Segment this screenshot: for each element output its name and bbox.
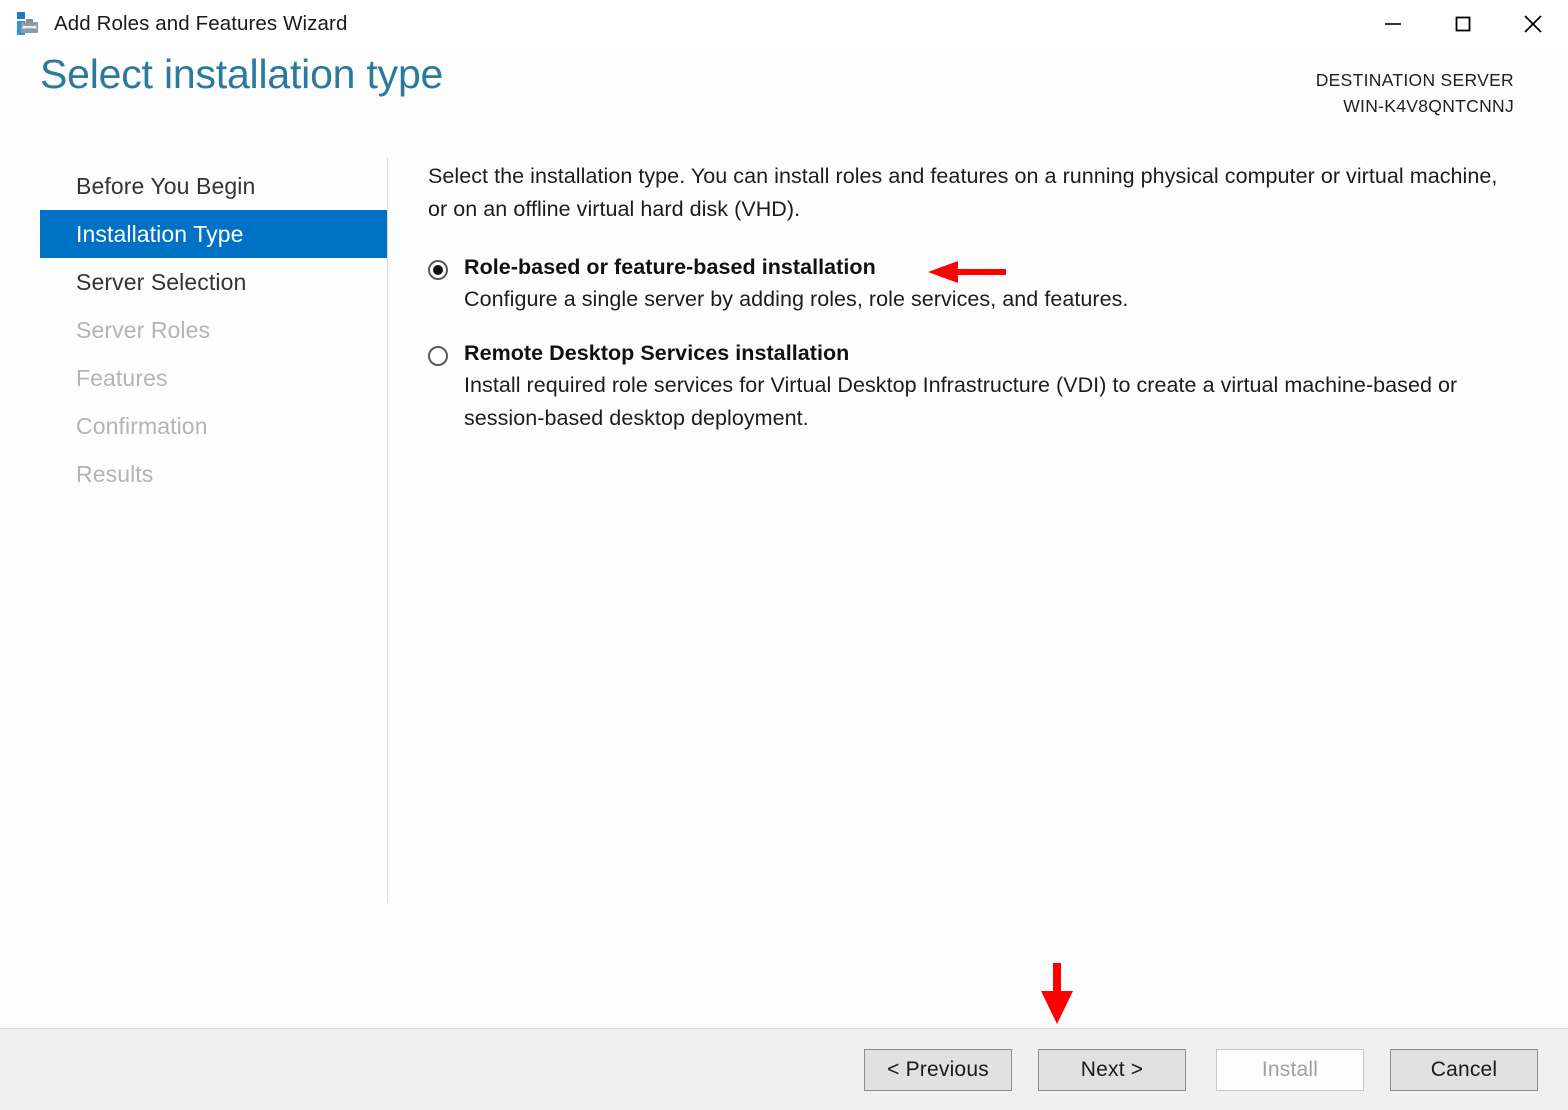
- server-tools-icon: [16, 11, 42, 37]
- previous-button[interactable]: < Previous: [864, 1048, 1012, 1091]
- option-remote-desktop-services-head[interactable]: Remote Desktop Services installation: [428, 341, 1538, 367]
- page-header: Select installation type DESTINATION SER…: [0, 48, 1568, 128]
- destination-server-block: DESTINATION SERVER WIN-K4V8QNTCNNJ: [1316, 68, 1514, 120]
- sidebar-item-features: Features: [76, 364, 168, 391]
- sidebar-item-confirmation: Confirmation: [76, 412, 208, 439]
- wizard-window: Add Roles and Features Wizard Select ins…: [0, 0, 1568, 1110]
- option-remote-desktop-services-label: Remote Desktop Services installation: [464, 341, 850, 366]
- annotation-arrow-left-icon: [928, 259, 1008, 285]
- option-remote-desktop-services[interactable]: Remote Desktop Services installation Ins…: [428, 341, 1538, 434]
- wizard-footer: < Previous Next > Install Cancel: [0, 1028, 1568, 1110]
- radio-remote-desktop-services[interactable]: [428, 346, 448, 367]
- maximize-icon[interactable]: [1428, 0, 1498, 48]
- cancel-button[interactable]: Cancel: [1390, 1048, 1538, 1091]
- sidebar-item-results: Results: [76, 460, 154, 487]
- window-controls: [1358, 0, 1568, 48]
- destination-server-name: WIN-K4V8QNTCNNJ: [1343, 95, 1514, 116]
- sidebar-item-before-you-begin[interactable]: Before You Begin: [40, 162, 387, 210]
- install-button: Install: [1216, 1048, 1364, 1091]
- option-remote-desktop-services-description: Install required role services for Virtu…: [464, 373, 1458, 430]
- option-role-based[interactable]: Role-based or feature-based installation…: [428, 255, 1538, 316]
- wizard-navigation: Before You Begin Installation Type Serve…: [40, 158, 387, 1028]
- minimize-icon[interactable]: [1358, 0, 1428, 48]
- intro-text: Select the installation type. You can in…: [428, 164, 1498, 222]
- title-bar: Add Roles and Features Wizard: [0, 0, 1568, 48]
- close-icon[interactable]: [1498, 0, 1568, 48]
- next-button[interactable]: Next >: [1038, 1048, 1186, 1091]
- sidebar-item-server-selection[interactable]: Server Selection: [40, 258, 387, 306]
- destination-server-label: DESTINATION SERVER: [1315, 70, 1514, 90]
- sidebar-item-installation-type[interactable]: Installation Type: [40, 210, 387, 258]
- option-role-based-head[interactable]: Role-based or feature-based installation: [428, 254, 1538, 283]
- option-role-based-description: Configure a single server by adding role…: [464, 286, 1129, 311]
- radio-role-based[interactable]: [428, 259, 448, 280]
- main-content: Select the installation type. You can in…: [388, 158, 1568, 1028]
- body-area: Before You Begin Installation Type Serve…: [0, 128, 1568, 1028]
- window-title: Add Roles and Features Wizard: [54, 12, 348, 35]
- installation-type-options: Role-based or feature-based installation…: [428, 255, 1538, 435]
- page-title: Select installation type: [40, 51, 444, 97]
- sidebar-item-server-roles: Server Roles: [76, 316, 211, 343]
- option-role-based-label: Role-based or feature-based installation: [464, 254, 876, 279]
